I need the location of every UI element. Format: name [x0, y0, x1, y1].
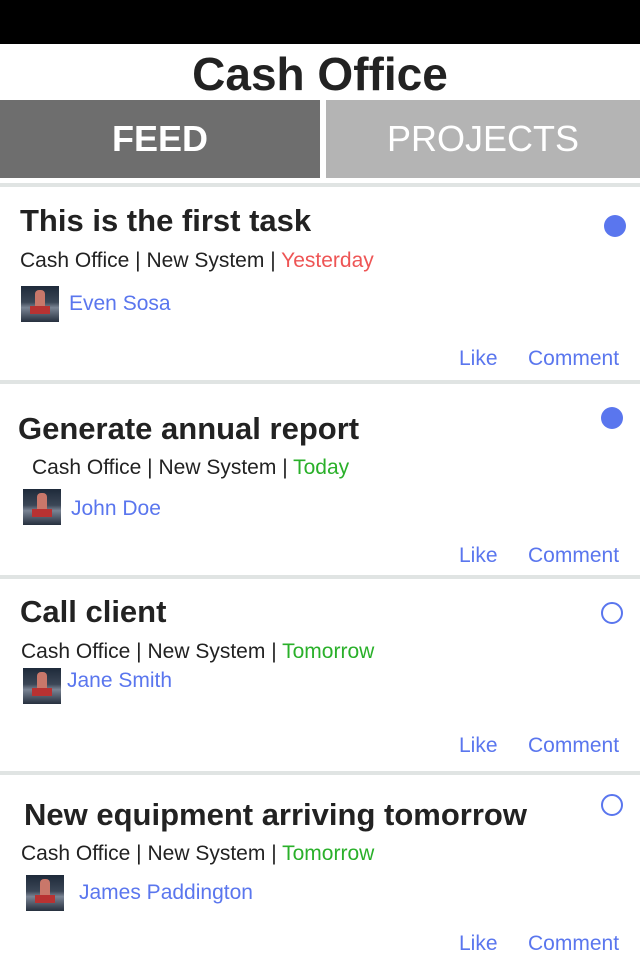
feed-item[interactable]: New equipment arriving tomorrow Cash Off…	[0, 775, 640, 960]
due-date: Tomorrow	[282, 842, 375, 865]
comment-button[interactable]: Comment	[528, 347, 619, 371]
task-meta: Cash Office | New System | Tomorrow	[21, 842, 374, 866]
task-title: This is the first task	[20, 203, 312, 238]
due-date: Yesterday	[281, 249, 374, 272]
task-title: Generate annual report	[18, 411, 360, 446]
separator: |	[136, 640, 142, 663]
separator: |	[135, 249, 141, 272]
status-indicator[interactable]	[601, 602, 623, 624]
task-title: Call client	[20, 594, 167, 629]
assignee-name[interactable]: James Paddington	[79, 881, 253, 905]
feed-item[interactable]: This is the first task Cash Office | New…	[0, 187, 640, 380]
status-indicator[interactable]	[604, 215, 626, 237]
project-label: Cash Office	[21, 842, 131, 865]
comment-button[interactable]: Comment	[528, 932, 619, 956]
project-label: Cash Office	[20, 249, 130, 272]
separator: |	[136, 842, 142, 865]
like-button[interactable]: Like	[459, 347, 498, 371]
separator: |	[271, 640, 277, 663]
feed-item[interactable]: Generate annual report Cash Office | New…	[0, 384, 640, 575]
tab-feed[interactable]: FEED	[0, 100, 320, 178]
assignee-name[interactable]: Even Sosa	[69, 292, 171, 316]
avatar	[23, 489, 61, 525]
system-label: New System	[147, 640, 266, 663]
system-label: New System	[147, 842, 266, 865]
comment-button[interactable]: Comment	[528, 544, 619, 568]
assignee-name[interactable]: John Doe	[71, 497, 161, 521]
separator: |	[147, 456, 153, 479]
task-meta: Cash Office | New System | Today	[32, 456, 349, 480]
avatar	[23, 668, 61, 704]
status-indicator[interactable]	[601, 794, 623, 816]
page-title: Cash Office	[192, 48, 448, 100]
like-button[interactable]: Like	[459, 932, 498, 956]
avatar	[21, 286, 59, 322]
task-meta: Cash Office | New System | Tomorrow	[21, 640, 374, 664]
separator: |	[282, 456, 288, 479]
system-label: New System	[146, 249, 265, 272]
due-date: Tomorrow	[282, 640, 375, 663]
comment-button[interactable]: Comment	[528, 734, 619, 758]
feed-item[interactable]: Call client Cash Office | New System | T…	[0, 579, 640, 771]
due-date: Today	[293, 456, 350, 479]
avatar	[26, 875, 64, 911]
project-label: Cash Office	[21, 640, 131, 663]
separator: |	[271, 842, 277, 865]
project-label: Cash Office	[32, 456, 142, 479]
status-indicator[interactable]	[601, 407, 623, 429]
assignee-name[interactable]: Jane Smith	[67, 669, 172, 693]
separator: |	[270, 249, 276, 272]
task-meta: Cash Office | New System | Yesterday	[20, 249, 374, 273]
like-button[interactable]: Like	[459, 734, 498, 758]
feed-list: This is the first task Cash Office | New…	[0, 183, 640, 960]
system-label: New System	[158, 456, 277, 479]
like-button[interactable]: Like	[459, 544, 498, 568]
tab-projects[interactable]: PROJECTS	[326, 100, 640, 178]
task-title: New equipment arriving tomorrow	[24, 797, 527, 832]
status-bar	[0, 0, 640, 44]
